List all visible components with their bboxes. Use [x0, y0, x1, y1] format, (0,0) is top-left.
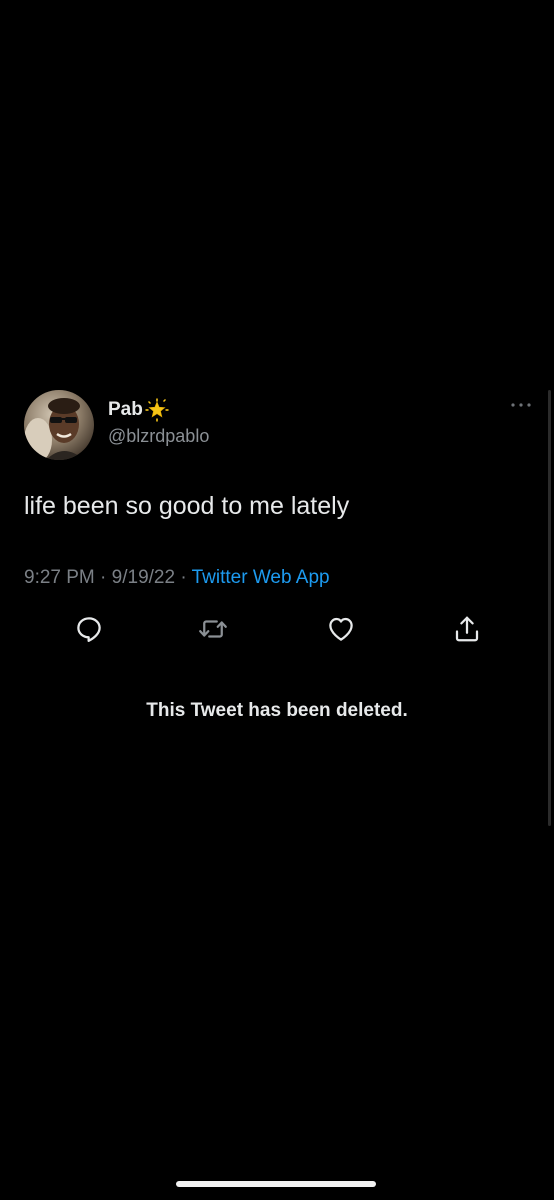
display-name[interactable]: Pab: [108, 399, 143, 421]
deleted-tweet-notice: This Tweet has been deleted.: [146, 700, 408, 721]
more-horizontal-icon[interactable]: [510, 400, 532, 410]
tweet-text: life been so good to me lately: [24, 492, 350, 520]
reply-icon[interactable]: [74, 614, 104, 644]
display-name-row[interactable]: Pab: [108, 398, 169, 422]
meta-separator: ·: [180, 567, 187, 588]
meta-separator: ·: [100, 567, 107, 588]
tweet-source-link[interactable]: Twitter Web App: [192, 567, 330, 588]
tweet-meta: 9:27 PM · 9/19/22 · Twitter Web App: [24, 567, 330, 589]
avatar[interactable]: [24, 390, 94, 460]
tweet: Pab @blzrdpablo life been so good to me …: [0, 388, 554, 728]
glowing-star-icon: [145, 398, 169, 422]
like-icon[interactable]: [326, 614, 356, 644]
tweet-time: 9:27 PM: [24, 567, 95, 588]
share-icon[interactable]: [452, 614, 482, 644]
home-indicator[interactable]: [176, 1181, 376, 1187]
tweet-date: 9/19/22: [111, 567, 176, 588]
author-handle[interactable]: @blzrdpablo: [108, 426, 209, 447]
retweet-icon[interactable]: [198, 614, 228, 644]
avatar-image: [24, 390, 94, 460]
